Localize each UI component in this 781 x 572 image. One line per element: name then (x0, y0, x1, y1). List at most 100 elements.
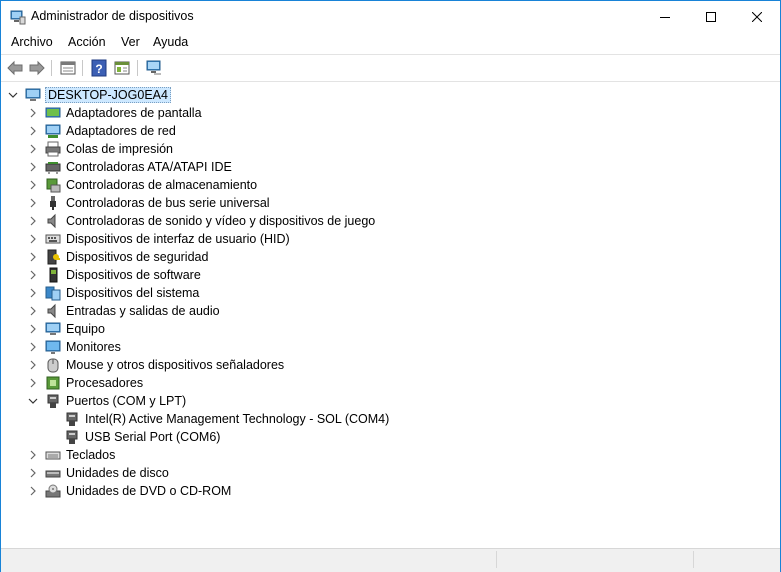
maximize-button[interactable] (688, 1, 734, 32)
tree-category-row[interactable]: Teclados (1, 446, 701, 464)
toolbar-separator (137, 60, 138, 76)
tree-category-row[interactable]: Controladoras de almacenamiento (1, 176, 701, 194)
dvd-drive-icon (45, 484, 61, 498)
tree-category-label: Adaptadores de pantalla (66, 106, 202, 120)
software-device-icon (49, 267, 58, 283)
tree-device-row[interactable]: Intel(R) Active Management Technology - … (1, 410, 701, 428)
tree-category-row[interactable]: Dispositivos de software (1, 266, 701, 284)
keyboard-icon (45, 451, 61, 460)
tree-category-label: Equipo (66, 322, 105, 336)
computer-icon (45, 322, 61, 335)
security-device-icon (47, 249, 60, 265)
storage-controller-icon (46, 178, 61, 193)
processor-icon (46, 376, 60, 390)
chevron-right-icon[interactable] (27, 304, 39, 318)
device-tree: DESKTOP-JOG0EA4 Adaptadores de pantalla A… (1, 82, 780, 546)
tree-category-row[interactable]: Controladoras de sonido y vídeo y dispos… (1, 212, 701, 230)
tree-category-row[interactable]: Controladoras ATA/ATAPI IDE (1, 158, 701, 176)
device-manager-app-icon (10, 10, 26, 25)
speaker-icon (47, 213, 56, 229)
title-bar[interactable]: Administrador de dispositivos (1, 1, 780, 32)
tree-device-label: USB Serial Port (COM6) (85, 430, 221, 444)
tree-category-label: Controladoras ATA/ATAPI IDE (66, 160, 232, 174)
tree-category-label: Entradas y salidas de audio (66, 304, 220, 318)
tree-category-label: Controladoras de sonido y vídeo y dispos… (66, 214, 376, 228)
tree-category-row[interactable]: Procesadores (1, 374, 701, 392)
usb-icon (50, 196, 56, 210)
chevron-down-icon[interactable] (7, 88, 19, 102)
tree-category-label: Procesadores (66, 376, 144, 390)
tree-root-row[interactable]: DESKTOP-JOG0EA4 (1, 86, 701, 104)
chevron-right-icon[interactable] (27, 160, 39, 174)
tree-category-row[interactable]: Dispositivos de interfaz de usuario (HID… (1, 230, 701, 248)
close-button[interactable] (734, 1, 780, 32)
tree-category-row[interactable]: Unidades de disco (1, 464, 701, 482)
menu-archivo[interactable]: Archivo (11, 35, 53, 49)
tree-category-label: Dispositivos del sistema (66, 286, 200, 300)
minimize-button[interactable] (642, 1, 688, 32)
tree-category-row[interactable]: Adaptadores de red (1, 122, 701, 140)
scan-hardware-icon[interactable] (145, 59, 163, 77)
chevron-right-icon[interactable] (27, 178, 39, 192)
hid-icon (45, 234, 61, 244)
tree-category-row[interactable]: Colas de impresión (1, 140, 701, 158)
chevron-right-icon[interactable] (27, 376, 39, 390)
chevron-right-icon[interactable] (27, 250, 39, 264)
tree-category-label: Mouse y otros dispositivos señaladores (66, 358, 285, 372)
chevron-right-icon[interactable] (27, 196, 39, 210)
tree-category-label: Monitores (66, 340, 121, 354)
tree-category-row[interactable]: Dispositivos de seguridad (1, 248, 701, 266)
tree-category-row[interactable]: Entradas y salidas de audio (1, 302, 701, 320)
close-icon (752, 11, 762, 22)
maximize-icon (706, 11, 716, 22)
tree-category-row[interactable]: Puertos (COM y LPT) (1, 392, 701, 410)
chevron-right-icon[interactable] (27, 466, 39, 480)
tree-category-row[interactable]: Adaptadores de pantalla (1, 104, 701, 122)
chevron-right-icon[interactable] (27, 358, 39, 372)
chevron-right-icon[interactable] (27, 232, 39, 246)
menu-ver[interactable]: Ver (121, 35, 140, 49)
properties-pane-icon[interactable] (59, 59, 77, 77)
toolbar-separator (82, 60, 83, 76)
tree-category-label: Puertos (COM y LPT) (66, 394, 187, 408)
tree-category-label: Teclados (66, 448, 116, 462)
tree-category-row[interactable]: Dispositivos del sistema (1, 284, 701, 302)
tree-category-row[interactable]: Controladoras de bus serie universal (1, 194, 701, 212)
port-icon (66, 412, 78, 426)
chevron-right-icon[interactable] (27, 268, 39, 282)
tree-device-row[interactable]: USB Serial Port (COM6) (1, 428, 701, 446)
chevron-right-icon[interactable] (27, 124, 39, 138)
tree-category-row[interactable]: Equipo (1, 320, 701, 338)
port-icon (47, 394, 59, 408)
tree-category-label: Adaptadores de red (66, 124, 176, 138)
menu-accion[interactable]: Acción (68, 35, 106, 49)
back-arrow-icon[interactable] (6, 59, 24, 77)
chevron-right-icon[interactable] (27, 448, 39, 462)
properties-icon[interactable] (113, 59, 131, 77)
chevron-right-icon[interactable] (27, 142, 39, 156)
status-panel (693, 551, 780, 568)
tree-category-label: Unidades de disco (66, 466, 169, 480)
mouse-icon (47, 358, 59, 373)
chevron-right-icon[interactable] (27, 286, 39, 300)
chevron-right-icon[interactable] (27, 340, 39, 354)
tree-category-row[interactable]: Mouse y otros dispositivos señaladores (1, 356, 701, 374)
chevron-right-icon[interactable] (27, 322, 39, 336)
tree-category-label: Controladoras de almacenamiento (66, 178, 258, 192)
tree-category-label: Dispositivos de interfaz de usuario (HID… (66, 232, 290, 246)
chevron-right-icon[interactable] (27, 106, 39, 120)
menu-ayuda[interactable]: Ayuda (153, 35, 188, 49)
status-panel (496, 551, 693, 568)
tree-category-label: Controladoras de bus serie universal (66, 196, 270, 210)
chevron-right-icon[interactable] (27, 214, 39, 228)
tree-category-row[interactable]: Unidades de DVD o CD-ROM (1, 482, 701, 500)
chevron-right-icon[interactable] (27, 484, 39, 498)
forward-arrow-icon[interactable] (28, 59, 46, 77)
chevron-down-icon[interactable] (27, 394, 39, 408)
display-adapter-icon (45, 107, 61, 118)
port-icon (66, 430, 78, 444)
computer-name: DESKTOP-JOG0EA4 (45, 87, 171, 103)
tree-category-label: Dispositivos de seguridad (66, 250, 209, 264)
help-icon[interactable]: ? (90, 59, 108, 77)
tree-category-row[interactable]: Monitores (1, 338, 701, 356)
